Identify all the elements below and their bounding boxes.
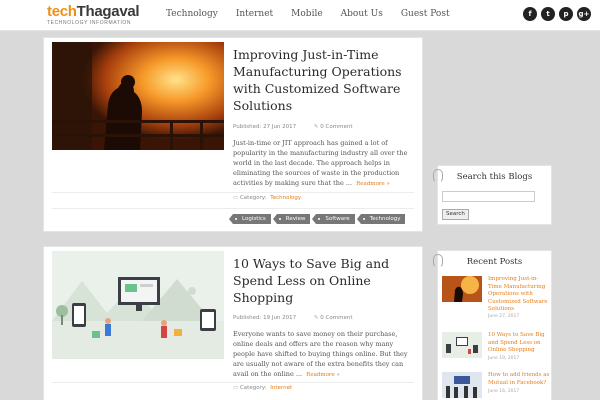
twitter-icon[interactable]: t [541, 7, 555, 21]
paperclip-icon [433, 169, 443, 183]
search-button[interactable]: Search [442, 209, 469, 220]
nav-item-mobile[interactable]: Mobile [291, 9, 322, 19]
post-meta: Published: 27 Jun 2017 0 Comment [233, 124, 352, 130]
comment-count-link[interactable]: 0 Comment [314, 124, 353, 130]
post-category: Category: Internet [233, 385, 292, 391]
recent-post-thumbnail[interactable] [442, 332, 482, 358]
recent-posts-widget: Recent Posts Improving Just-in-Time Manu… [433, 250, 552, 400]
comment-count-link[interactable]: 0 Comment [314, 315, 353, 321]
post-date: Published: 27 Jun 2017 [233, 124, 297, 130]
post-tags: Logistics Review Software Technology [229, 214, 406, 224]
recent-post-thumbnail[interactable] [442, 276, 482, 302]
facebook-icon[interactable]: f [523, 7, 537, 21]
category-label: Category: [233, 385, 267, 391]
recent-post-date: June 27, 2017 [488, 314, 520, 319]
category-link[interactable]: Internet [270, 385, 292, 391]
post-category: Category: Technology [233, 195, 301, 201]
main-nav: Technology Internet Mobile About Us Gues… [166, 9, 468, 19]
recent-post-item[interactable]: Improving Just-in-Time Manufacturing Ope… [442, 276, 550, 319]
excerpt-text: Just-in-time or JIT approach has gained … [233, 139, 408, 187]
recent-post-title[interactable]: How to add friends as Mutual in Facebook… [488, 372, 550, 387]
paperclip-icon [433, 254, 443, 268]
category-label: Category: [233, 195, 267, 201]
tag-logistics[interactable]: Logistics [229, 214, 271, 224]
nav-item-guest-post[interactable]: Guest Post [401, 9, 450, 19]
recent-posts-title: Recent Posts [466, 257, 523, 267]
divider [52, 382, 414, 383]
nav-item-technology[interactable]: Technology [166, 9, 218, 19]
divider [52, 208, 414, 209]
recent-post-date: June 19, 2017 [488, 356, 520, 361]
post-thumbnail-shopping[interactable] [52, 251, 224, 359]
recent-post-date: June 16, 2017 [488, 389, 520, 394]
logo-text: techThagaval [47, 3, 140, 20]
search-widget-title: Search this Blogs [456, 172, 533, 182]
post-thumbnail-foundry[interactable] [52, 42, 224, 150]
divider [52, 192, 414, 193]
post-excerpt: Everyone wants to save money on their pu… [233, 329, 415, 380]
search-input[interactable] [442, 191, 535, 202]
recent-post-title[interactable]: 10 Ways to Save Big and Spend Less on On… [488, 332, 550, 355]
read-more-link[interactable]: Readmore » [306, 372, 340, 378]
site-header: techThagaval TECHNOLOGY INFORMATION Tech… [0, 0, 600, 31]
logo-tagline: TECHNOLOGY INFORMATION [47, 20, 132, 26]
recent-post-item[interactable]: 10 Ways to Save Big and Spend Less on On… [442, 332, 550, 362]
category-link[interactable]: Technology [270, 195, 301, 201]
post-title[interactable]: Improving Just-in-Time Manufacturing Ope… [233, 46, 413, 114]
recent-post-thumbnail[interactable] [442, 372, 482, 398]
post-meta: Published: 19 Jun 2017 0 Comment [233, 315, 352, 321]
excerpt-text: Everyone wants to save money on their pu… [233, 330, 408, 378]
post-card: Improving Just-in-Time Manufacturing Ope… [43, 37, 423, 232]
nav-item-internet[interactable]: Internet [236, 9, 273, 19]
recent-post-title[interactable]: Improving Just-in-Time Manufacturing Ope… [488, 276, 550, 314]
tag-technology[interactable]: Technology [356, 214, 406, 224]
recent-post-item[interactable]: How to add friends as Mutual in Facebook… [442, 372, 550, 400]
search-widget: Search this Blogs Search [433, 165, 552, 225]
post-date: Published: 19 Jun 2017 [233, 315, 297, 321]
nav-item-about-us[interactable]: About Us [341, 9, 383, 19]
tag-review[interactable]: Review [272, 214, 311, 224]
post-excerpt: Just-in-time or JIT approach has gained … [233, 138, 415, 189]
google-plus-icon[interactable]: g+ [577, 7, 591, 21]
post-title[interactable]: 10 Ways to Save Big and Spend Less on On… [233, 255, 413, 306]
post-card: 10 Ways to Save Big and Spend Less on On… [43, 246, 423, 400]
site-logo[interactable]: techThagaval TECHNOLOGY INFORMATION [47, 3, 140, 26]
read-more-link[interactable]: Readmore » [356, 181, 390, 187]
tag-software[interactable]: Software [312, 214, 355, 224]
social-links: f t p g+ [523, 7, 591, 21]
pinterest-icon[interactable]: p [559, 7, 573, 21]
